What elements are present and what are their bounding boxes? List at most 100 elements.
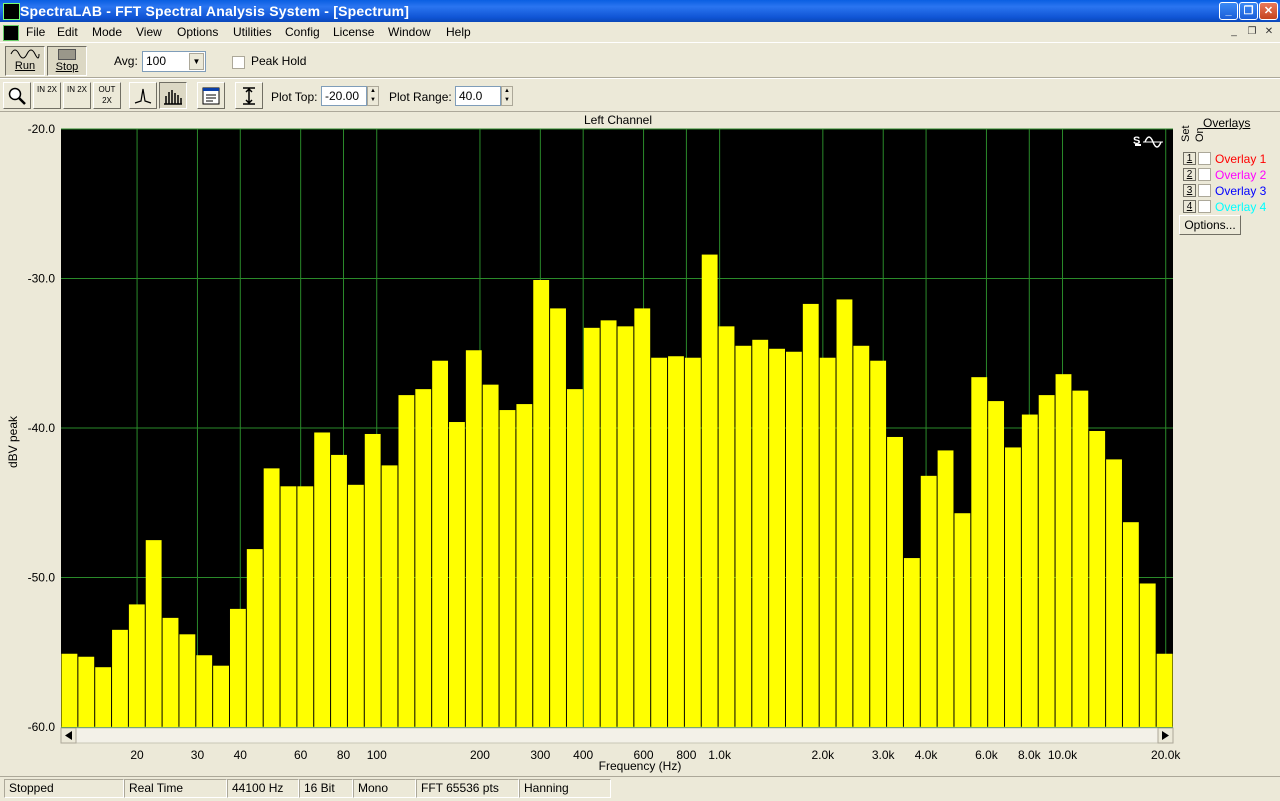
peak-hold-checkbox[interactable]: [232, 56, 245, 69]
zoom-out-2x-button[interactable]: OUT 2X: [93, 82, 121, 109]
menu-window[interactable]: Window: [388, 25, 431, 39]
plot-range-label: Plot Range:: [389, 90, 452, 104]
spectrum-bar-6: [162, 617, 179, 727]
spectrum-bar-7: [179, 634, 196, 727]
mdi-restore-icon[interactable]: ❐: [1245, 25, 1259, 38]
menu-license[interactable]: License: [333, 25, 374, 39]
menu-config[interactable]: Config: [285, 25, 320, 39]
plot-range-spinner[interactable]: ▲ ▼: [501, 86, 513, 106]
mdi-close-icon[interactable]: ✕: [1262, 25, 1276, 38]
stop-button[interactable]: Stop: [47, 46, 87, 76]
run-button[interactable]: Run: [5, 46, 45, 76]
spectrum-bar-43: [785, 351, 802, 727]
menu-view[interactable]: View: [136, 25, 162, 39]
spectrum-bar-30: [566, 389, 583, 727]
menu-options[interactable]: Options: [177, 25, 218, 39]
plot-top-input[interactable]: -20.00: [321, 86, 367, 106]
mdi-minimize-icon[interactable]: _: [1227, 25, 1241, 38]
overlay-3-checkbox[interactable]: [1198, 184, 1211, 197]
wave-icon: [10, 49, 40, 59]
spectrum-bar-18: [364, 433, 381, 727]
menu-utilities[interactable]: Utilities: [233, 25, 272, 39]
overlay-4-checkbox[interactable]: [1198, 200, 1211, 213]
menu-edit[interactable]: Edit: [57, 25, 78, 39]
overlay-2-checkbox[interactable]: [1198, 168, 1211, 181]
spectrum-bar-45: [819, 357, 836, 727]
x-tick-label: 100: [367, 748, 387, 762]
maximize-button[interactable]: ❐: [1239, 2, 1258, 20]
zoom-in2-label: IN 2X: [66, 85, 87, 94]
main-toolbar: Run Stop Avg: 100 ▼ Peak Hold: [0, 42, 1280, 78]
zoom-in-2x-button[interactable]: IN 2X: [33, 82, 61, 109]
menu-mode[interactable]: Mode: [92, 25, 122, 39]
spectrum-bar-31: [583, 327, 600, 727]
spectrum-bar-17: [347, 484, 364, 727]
spectrum-bar-28: [533, 280, 550, 727]
chevron-down-icon[interactable]: ▼: [189, 53, 204, 70]
menu-help[interactable]: Help: [446, 25, 471, 39]
x-tick-label: 30: [191, 748, 205, 762]
x-tick-label: 200: [470, 748, 490, 762]
on-column-header: On: [1194, 127, 1206, 142]
set-column-header: Set: [1180, 125, 1192, 142]
status-run-state: Stopped: [4, 779, 124, 798]
settings-panel-button[interactable]: [197, 82, 225, 109]
status-sample-rate: 44100 Hz: [227, 779, 299, 798]
spectrum-bar-39: [718, 326, 735, 727]
spectrum-bar-2: [95, 667, 112, 727]
y-tick-label: -50.0: [28, 571, 56, 585]
peak-line-icon: [134, 88, 152, 104]
overlay-options-button[interactable]: Options...: [1179, 215, 1241, 235]
overlay-2-set-button[interactable]: 2: [1183, 168, 1196, 181]
plot-top-spinner[interactable]: ▲ ▼: [367, 86, 379, 106]
spectrum-bar-26: [499, 410, 516, 727]
spectrum-bar-20: [398, 395, 415, 727]
spectrum-bar-11: [246, 549, 263, 727]
x-tick-label: 3.0k: [872, 748, 896, 762]
overlay-4-label: Overlay 4: [1215, 200, 1267, 214]
overlay-1-label: Overlay 1: [1215, 152, 1267, 166]
spectrum-bar-55: [988, 401, 1005, 727]
zoom-button[interactable]: [3, 82, 31, 109]
avg-select[interactable]: 100 ▼: [142, 51, 206, 72]
horizontal-scrollbar[interactable]: [60, 727, 1174, 744]
overlay-4-set-button[interactable]: 4: [1183, 200, 1196, 213]
spectrum-bar-61: [1089, 430, 1106, 727]
overlay-1-checkbox[interactable]: [1198, 152, 1211, 165]
bar-mode-button[interactable]: [159, 82, 187, 109]
x-tick-label: 10.0k: [1048, 748, 1078, 762]
spectrum-bar-64: [1139, 583, 1156, 727]
menu-file[interactable]: File: [26, 25, 45, 39]
spectrum-bar-37: [684, 357, 701, 727]
spectrum-bar-57: [1021, 414, 1038, 727]
spectrum-bar-19: [381, 465, 398, 728]
spectrum-bar-5: [145, 540, 162, 728]
x-tick-label: 8.0k: [1018, 748, 1042, 762]
magnifier-icon: [8, 87, 26, 105]
plot-range-input[interactable]: 40.0: [455, 86, 501, 106]
autoscale-button[interactable]: [235, 82, 263, 109]
view-toolbar: IN 2X IN 2X OUT 2X Plot Top: -20.00 ▲ ▼ P…: [0, 78, 1280, 112]
line-mode-button[interactable]: [129, 82, 157, 109]
spectrum-bar-12: [263, 468, 280, 727]
y-tick-label: -60.0: [28, 720, 56, 734]
spectrum-bar-15: [314, 432, 331, 727]
overlay-1-set-button[interactable]: 1: [1183, 152, 1196, 165]
app-icon: [3, 3, 20, 20]
spectrum-bar-40: [735, 345, 752, 728]
peak-hold-label: Peak Hold: [251, 54, 307, 68]
spectrum-bar-46: [836, 299, 853, 727]
spectrum-bar-52: [937, 450, 954, 727]
spectrum-bar-35: [651, 357, 668, 727]
run-label: Run: [14, 60, 36, 72]
overlay-3-set-button[interactable]: 3: [1183, 184, 1196, 197]
spectrum-bar-21: [415, 389, 432, 727]
spectrum-bar-23: [449, 422, 465, 727]
close-button[interactable]: ✕: [1259, 2, 1278, 20]
document-icon[interactable]: [3, 25, 19, 41]
title-bar: SpectraLAB - FFT Spectral Analysis Syste…: [0, 0, 1280, 22]
status-mode: Real Time: [124, 779, 227, 798]
minimize-button[interactable]: _: [1219, 2, 1238, 20]
spectrum-chart[interactable]: Left Channel -20.0 -30.0 -40.0 -50.0 -60.0 2…: [0, 112, 1280, 774]
zoom-in-2x-alt-button[interactable]: IN 2X: [63, 82, 91, 109]
